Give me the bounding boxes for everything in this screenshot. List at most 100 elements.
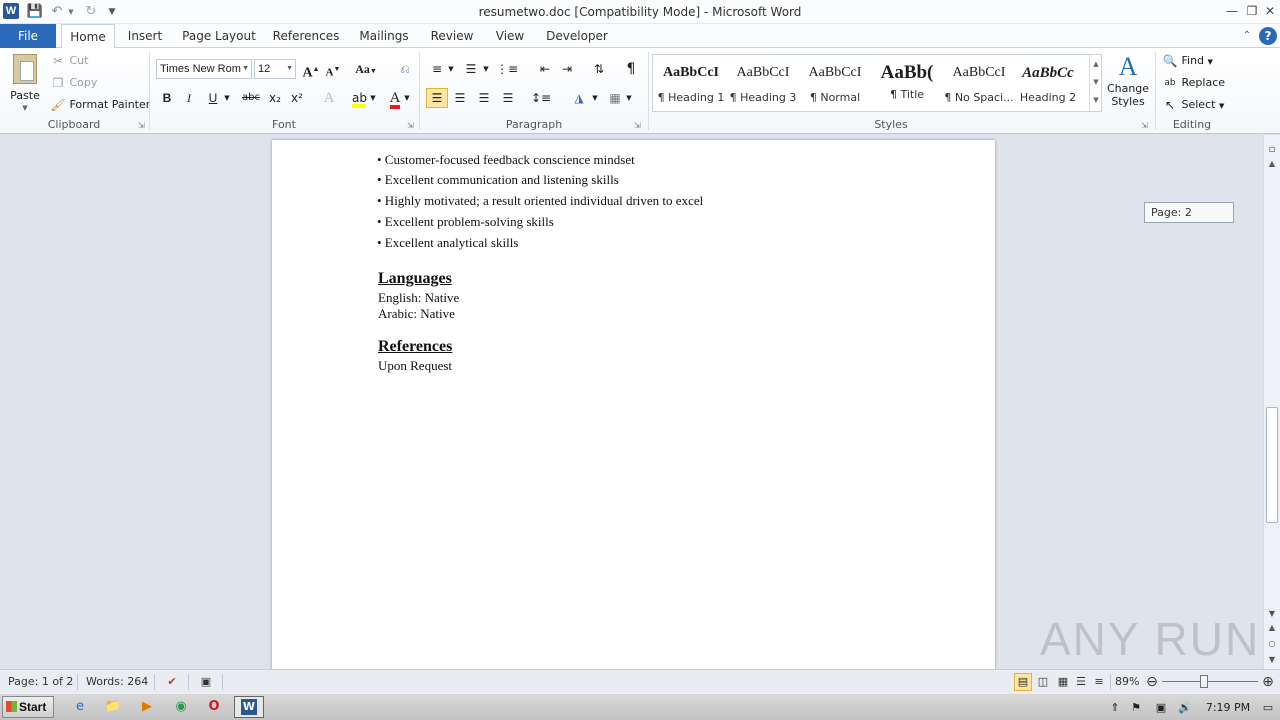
zoom-in-icon[interactable]: ⊕ (1260, 670, 1276, 694)
font-size-combo[interactable]: 12 ▼ (254, 59, 296, 79)
numbering-icon[interactable]: ☰ (460, 59, 482, 79)
tab-view[interactable]: View (490, 24, 530, 48)
vertical-scrollbar[interactable]: ▫ ▲ ▼ ▲ ○ ▼ (1263, 135, 1280, 669)
bold-button[interactable]: B (156, 88, 178, 108)
previous-page-icon[interactable]: ▲ (1264, 621, 1280, 635)
copy-button[interactable]: ❐ Copy (50, 75, 98, 91)
page-count[interactable]: Page: 1 of 2 (8, 670, 73, 694)
subscript-button[interactable]: x₂ (264, 88, 286, 108)
change-case-button[interactable]: Aa▼ (352, 59, 380, 79)
bullet-item[interactable]: • Excellent problem-solving skills (377, 214, 554, 230)
clear-formatting-icon[interactable]: ⎌ (394, 59, 416, 79)
underline-button[interactable]: U (202, 88, 224, 108)
decrease-indent-icon[interactable]: ⇤ (534, 59, 556, 79)
tab-references[interactable]: References (268, 24, 344, 48)
numbering-dropdown-icon[interactable]: ▼ (481, 59, 491, 79)
action-center-flag-icon[interactable]: ⚑ (1128, 694, 1144, 720)
languages-heading[interactable]: Languages (378, 270, 452, 288)
close-icon[interactable]: ✕ (1260, 2, 1280, 20)
references-text[interactable]: Upon Request (378, 358, 452, 374)
align-center-icon[interactable]: ☰ (449, 88, 471, 108)
full-screen-reading-icon[interactable]: ◫ (1034, 670, 1052, 694)
bullet-item[interactable]: • Excellent communication and listening … (377, 172, 619, 188)
browse-object-icon[interactable]: ○ (1264, 637, 1280, 651)
borders-icon[interactable]: ▦ (604, 88, 626, 108)
references-heading[interactable]: References (378, 338, 452, 356)
font-color-dropdown-icon[interactable]: ▼ (402, 88, 412, 108)
borders-dropdown-icon[interactable]: ▼ (624, 88, 634, 108)
macro-recording-icon[interactable]: ▣ (197, 670, 215, 694)
clock[interactable]: 7:19 PM (1200, 694, 1256, 720)
style-title[interactable]: AaBb( ¶ Title (871, 55, 943, 111)
grow-font-button[interactable]: A▲ (300, 59, 322, 81)
word-count[interactable]: Words: 264 (86, 670, 148, 694)
style-no-spacing[interactable]: AaBbCcI ¶ No Spaci... (943, 55, 1015, 111)
bullet-item[interactable]: • Customer-focused feedback conscience m… (377, 152, 635, 168)
proofing-icon[interactable]: ✔ (162, 670, 182, 694)
font-launcher-icon[interactable]: ⇲ (407, 121, 416, 130)
select-button[interactable]: ↖ Select ▼ (1162, 97, 1224, 114)
scroll-up-icon[interactable]: ▲ (1264, 157, 1280, 171)
media-player-icon[interactable]: ▶ (136, 697, 158, 717)
paste-button[interactable]: Paste ▼ (8, 52, 42, 112)
chevron-up-icon[interactable]: ▲ (1090, 55, 1102, 73)
font-name-combo[interactable]: Times New Rom ▼ (156, 59, 252, 79)
tab-mailings[interactable]: Mailings (354, 24, 414, 48)
draft-icon[interactable]: ≡ (1090, 670, 1108, 694)
show-formatting-marks-icon[interactable]: ¶ (620, 59, 642, 79)
chrome-icon[interactable]: ◉ (170, 697, 192, 717)
tab-developer[interactable]: Developer (542, 24, 612, 48)
tab-home[interactable]: Home (61, 24, 115, 49)
style-normal[interactable]: AaBbCcI ¶ Normal (799, 55, 871, 111)
shrink-font-button[interactable]: A▼ (322, 59, 344, 79)
clipboard-launcher-icon[interactable]: ⇲ (138, 121, 147, 130)
zoom-slider-thumb[interactable] (1200, 675, 1208, 688)
bullets-icon[interactable]: ≡ (426, 59, 448, 79)
zoom-slider-track[interactable] (1162, 681, 1258, 682)
increase-indent-icon[interactable]: ⇥ (556, 59, 578, 79)
ruler-toggle-icon[interactable]: ▫ (1264, 143, 1280, 157)
web-layout-icon[interactable]: ▦ (1054, 670, 1072, 694)
tab-page-layout[interactable]: Page Layout (180, 24, 258, 48)
bullet-item[interactable]: • Excellent analytical skills (377, 235, 518, 251)
underline-dropdown-icon[interactable]: ▼ (222, 88, 232, 108)
format-painter-button[interactable]: 🖌 Format Painter (50, 97, 150, 113)
scroll-down-icon[interactable]: ▼ (1264, 607, 1280, 621)
minimize-ribbon-icon[interactable]: ⌃ (1238, 27, 1256, 45)
replace-button[interactable]: ab Replace (1162, 75, 1225, 91)
opera-icon[interactable]: O (203, 697, 225, 717)
style-heading-1[interactable]: AaBbCcI ¶ Heading 1 (655, 55, 727, 111)
more-styles-icon[interactable]: ▼ (1090, 91, 1102, 109)
text-effects-icon[interactable]: A (318, 88, 340, 108)
shading-icon[interactable]: ◮ (568, 88, 590, 108)
minimize-icon[interactable]: — (1222, 2, 1242, 20)
volume-icon[interactable]: 🔊 (1176, 694, 1194, 720)
outline-icon[interactable]: ☰ (1072, 670, 1090, 694)
show-hidden-icons[interactable]: ⇑ (1108, 694, 1122, 720)
tab-file[interactable]: File (0, 24, 56, 48)
network-icon[interactable]: ▣ (1152, 694, 1170, 720)
italic-button[interactable]: I (178, 88, 200, 108)
line-spacing-icon[interactable]: ↕≡ (530, 88, 552, 108)
bullets-dropdown-icon[interactable]: ▼ (446, 59, 456, 79)
show-desktop-icon[interactable]: ▭ (1258, 694, 1278, 720)
cut-button[interactable]: ✂ Cut (50, 53, 89, 69)
word-taskbar-button[interactable]: W (234, 696, 264, 718)
superscript-button[interactable]: x² (286, 88, 308, 108)
restore-icon[interactable]: ❐ (1242, 2, 1262, 20)
bullet-item[interactable]: • Highly motivated; a result oriented in… (377, 193, 703, 209)
style-heading-3[interactable]: AaBbCcI ¶ Heading 3 (727, 55, 799, 111)
style-heading-2[interactable]: AaBbCc Heading 2 (1015, 55, 1081, 111)
start-button[interactable]: Start (2, 696, 54, 718)
ie-icon[interactable]: e (69, 697, 91, 717)
strikethrough-button[interactable]: abc (238, 88, 264, 108)
sort-icon[interactable]: ⇅ (588, 59, 610, 79)
explorer-folder-icon[interactable]: 📁 (102, 697, 124, 717)
language-line[interactable]: Arabic: Native (378, 306, 455, 322)
shading-dropdown-icon[interactable]: ▼ (590, 88, 600, 108)
multilevel-list-icon[interactable]: ⋮≡ (496, 59, 518, 79)
align-left-icon[interactable]: ☰ (426, 88, 448, 108)
language-line[interactable]: English: Native (378, 290, 459, 306)
scroll-thumb[interactable] (1266, 407, 1278, 523)
highlight-icon[interactable]: ab (348, 88, 370, 108)
